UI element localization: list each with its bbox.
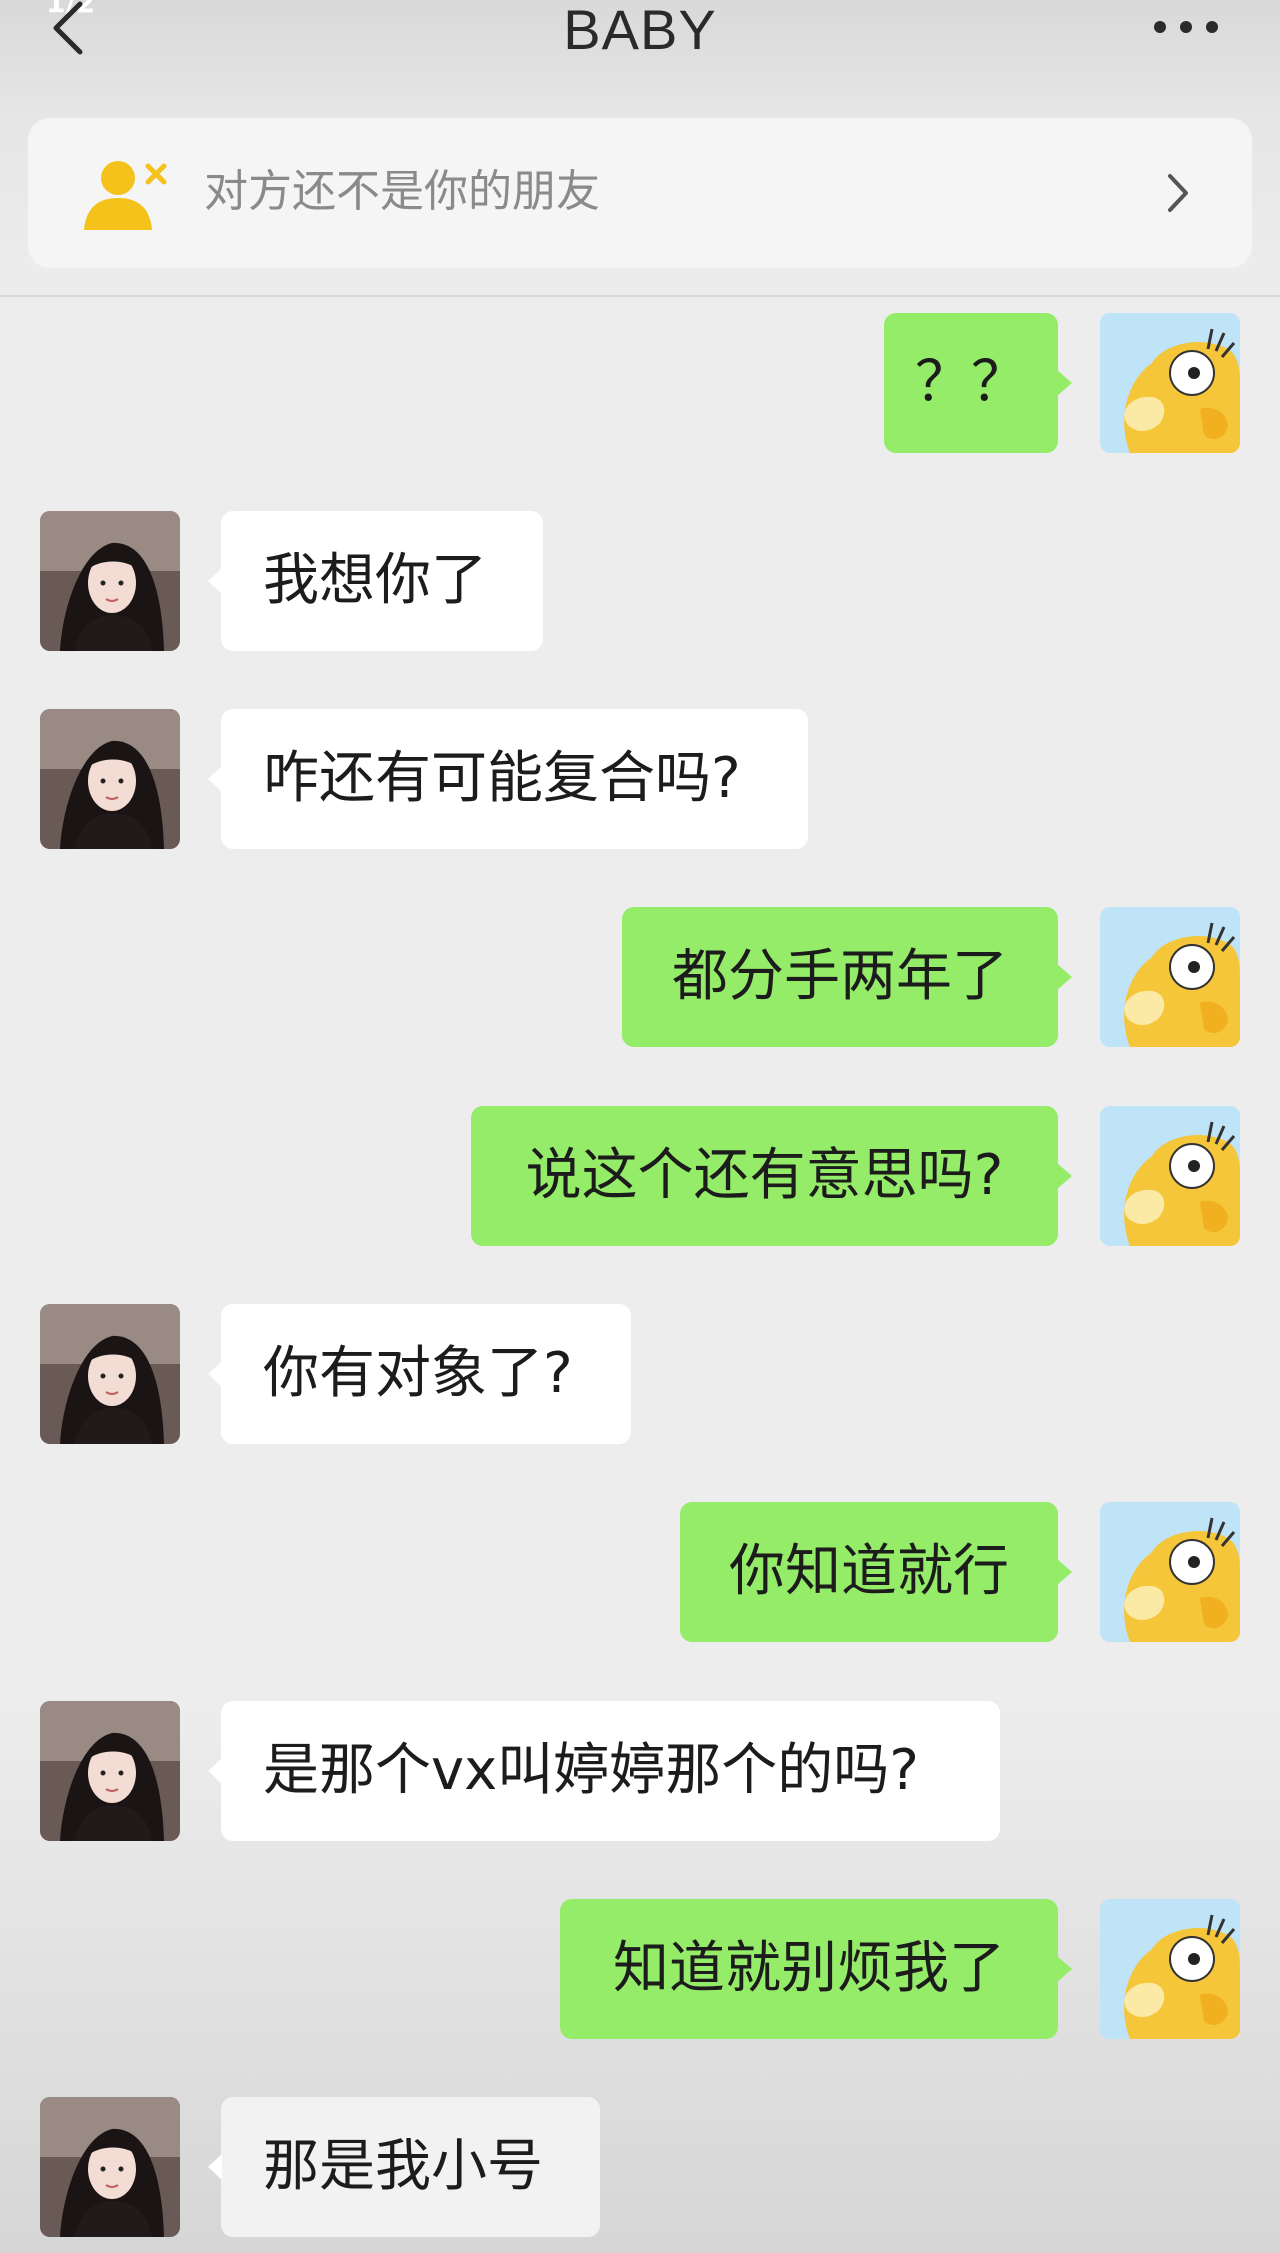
remove-friend-icon xyxy=(84,161,167,230)
message-bubble-received[interactable]: 是那个vx叫婷婷那个的吗? xyxy=(208,1701,1000,1841)
message-bubble-sent[interactable]: 说这个还有意思吗? xyxy=(471,1106,1072,1246)
not-friend-text: 对方还不是你的朋友 xyxy=(204,166,600,217)
contact-avatar-image xyxy=(40,709,180,849)
contact-avatar-image xyxy=(40,511,180,651)
message-bubble-received[interactable]: 我想你了 xyxy=(208,511,543,651)
duck-avatar-image xyxy=(1100,1899,1240,2039)
message-bubble-sent[interactable]: 知道就别烦我了 xyxy=(560,1899,1072,2039)
contact-avatar[interactable] xyxy=(40,511,180,651)
top-bar: 1/2 BABY xyxy=(0,0,1280,92)
my-avatar[interactable] xyxy=(1100,313,1240,453)
contact-avatar[interactable] xyxy=(40,1701,180,1841)
contact-avatar[interactable] xyxy=(40,709,180,849)
my-avatar[interactable] xyxy=(1100,1502,1240,1642)
my-avatar[interactable] xyxy=(1100,1899,1240,2039)
duck-avatar-image xyxy=(1100,1502,1240,1642)
contact-avatar[interactable] xyxy=(40,1304,180,1444)
my-avatar[interactable] xyxy=(1100,1106,1240,1246)
contact-avatar[interactable] xyxy=(40,2097,180,2237)
message-bubble-received[interactable]: 那是我小号 xyxy=(208,2097,600,2237)
contact-avatar-image xyxy=(40,1304,180,1444)
duck-avatar-image xyxy=(1100,907,1240,1047)
message-bubble-sent[interactable]: 你知道就行 xyxy=(680,1502,1072,1642)
more-dots-icon xyxy=(1154,21,1218,33)
message-bubble-received[interactable]: 你有对象了? xyxy=(208,1304,631,1444)
chat-screen: 1/2 BABY 对方还不是你的朋友 ？？ 我想你了 咋还有可能复合吗? 都分手… xyxy=(0,0,1280,2253)
duck-avatar-image xyxy=(1100,313,1240,453)
message-bubble-sent[interactable]: ？？ xyxy=(884,313,1072,453)
message-bubble-sent[interactable]: 都分手两年了 xyxy=(622,907,1072,1047)
not-friend-banner[interactable]: 对方还不是你的朋友 xyxy=(28,118,1252,268)
contact-avatar-image xyxy=(40,2097,180,2237)
contact-avatar-image xyxy=(40,1701,180,1841)
chevron-right-icon xyxy=(1168,174,1188,212)
duck-avatar-image xyxy=(1100,1106,1240,1246)
message-bubble-received[interactable]: 咋还有可能复合吗? xyxy=(208,709,808,849)
chat-title: BABY xyxy=(563,0,717,61)
more-button[interactable] xyxy=(1150,12,1222,42)
my-avatar[interactable] xyxy=(1100,907,1240,1047)
divider xyxy=(0,295,1280,297)
